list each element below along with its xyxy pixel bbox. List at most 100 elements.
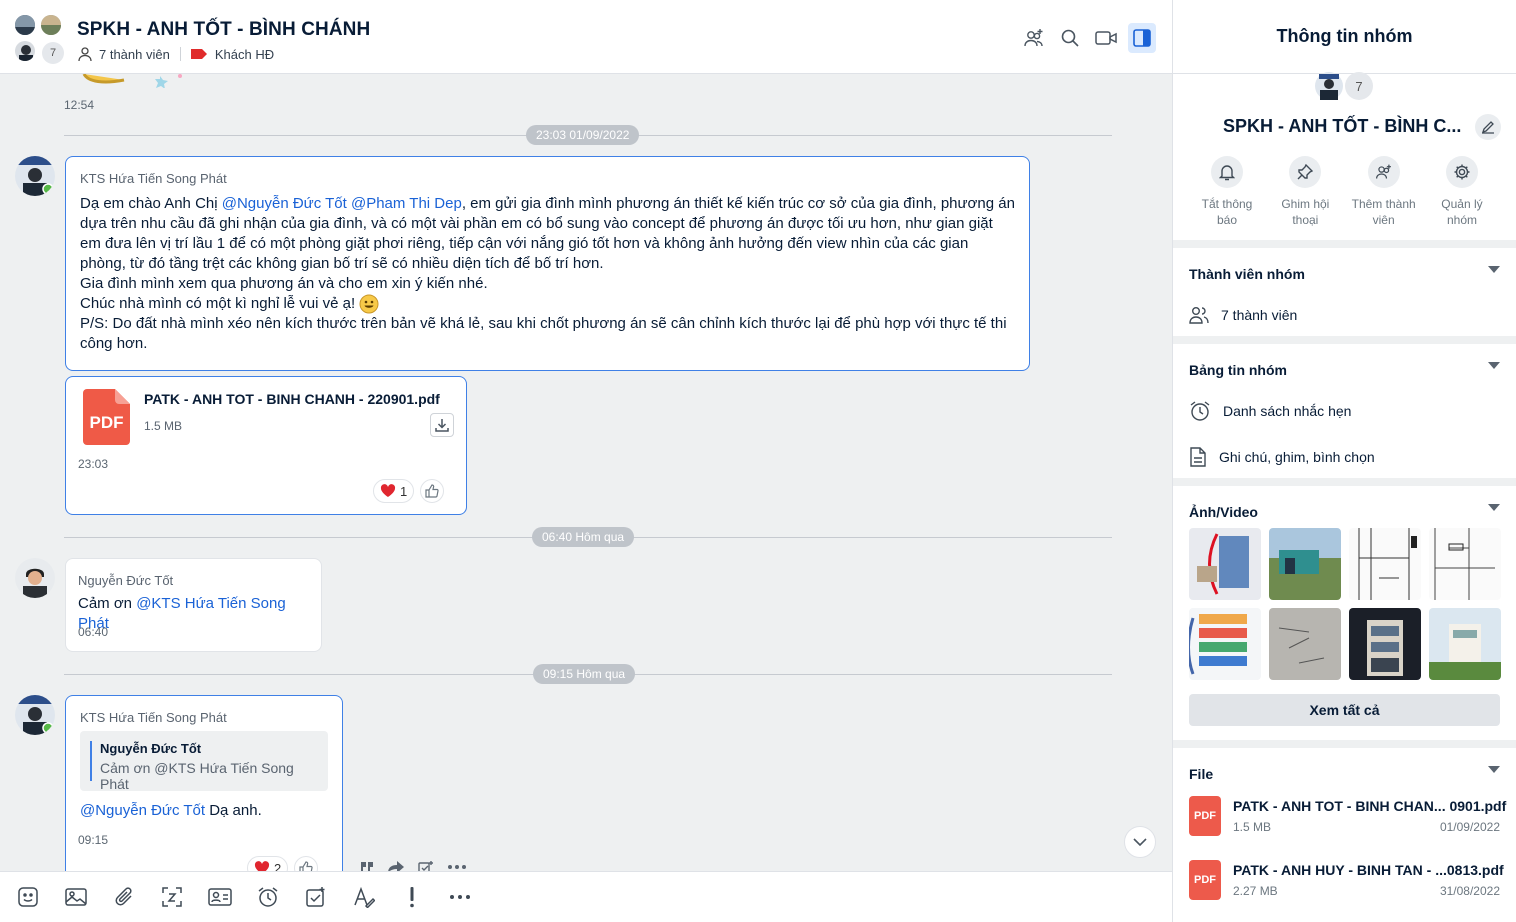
sender-avatar[interactable] <box>15 558 55 598</box>
sender-name: KTS Hứa Tiến Song Phát <box>80 171 227 186</box>
reminder-icon[interactable] <box>254 883 282 911</box>
message-bubble[interactable]: Nguyễn Đức Tốt Cảm ơn @KTS Hứa Tiến Song… <box>65 558 322 652</box>
board-section-header[interactable]: Bảng tin nhóm <box>1173 344 1516 388</box>
mute-notifications-button[interactable]: Tắt thông báo <box>1191 156 1263 228</box>
tag-icon <box>190 48 207 60</box>
smile-emoji-icon <box>359 294 379 314</box>
contact-card-icon[interactable] <box>206 883 234 911</box>
multi-select-icon[interactable] <box>418 860 434 871</box>
sender-name: Nguyễn Đức Tốt <box>78 573 174 588</box>
see-all-media-button[interactable]: Xem tất cả <box>1189 694 1500 726</box>
file-message-bubble[interactable]: PDF PATK - ANH TOT - BINH CHANH - 220901… <box>65 376 467 515</box>
file-list-item[interactable]: PDF PATK - ANH HUY - BINH TAN - ...0813.… <box>1173 848 1516 912</box>
quote-icon[interactable] <box>360 861 374 871</box>
message-bubble[interactable]: KTS Hứa Tiến Song Phát Dạ em chào Anh Ch… <box>65 156 1030 371</box>
heart-reaction[interactable]: 2 <box>247 856 289 872</box>
customer-tag-label[interactable]: Khách HĐ <box>215 47 274 62</box>
like-reaction-button[interactable] <box>294 856 319 871</box>
file-name: PATK - ANH TOT - BINH CHAN... 0901.pdf <box>1233 798 1507 814</box>
caret-down-icon <box>1488 362 1500 370</box>
sender-avatar[interactable] <box>15 156 55 196</box>
screenshot-icon[interactable] <box>158 883 186 911</box>
sticker-icon[interactable] <box>14 883 42 911</box>
notes-row[interactable]: Ghi chú, ghim, bình chọn <box>1173 434 1516 480</box>
thumbs-up-icon <box>299 861 313 871</box>
caret-down-icon <box>1488 766 1500 774</box>
file-date: 01/09/2022 <box>1439 820 1500 834</box>
pdf-file-icon: PDF <box>83 389 130 445</box>
scroll-down-button[interactable] <box>1124 826 1156 858</box>
message-text: P/S: Do đất nhà mình xéo nên kích thước … <box>80 315 1007 352</box>
media-section-header[interactable]: Ảnh/Video <box>1173 486 1516 526</box>
media-thumbnail[interactable] <box>1429 608 1501 680</box>
member-avatar <box>40 14 62 36</box>
sender-avatar[interactable] <box>15 695 55 735</box>
note-icon <box>1189 447 1207 467</box>
urgent-icon[interactable] <box>398 883 426 911</box>
chat-title[interactable]: SPKH - ANH TỐT - BÌNH CHÁNH <box>77 19 370 41</box>
quote-text: Cảm ơn @KTS Hứa Tiến Song Phát <box>100 760 294 792</box>
date-separator: 09:15 Hôm qua <box>533 664 636 684</box>
group-info-panel: Thông tin nhóm 7 SPKH - ANH TỐT - BÌNH C… <box>1172 0 1516 922</box>
media-thumbnail[interactable] <box>1269 608 1341 680</box>
heart-icon <box>380 484 396 498</box>
bell-icon <box>1219 163 1235 181</box>
add-member-icon <box>1374 163 1394 181</box>
media-thumbnail[interactable] <box>1189 608 1261 680</box>
message-list[interactable]: 12:54 23:03 01/09/2022 KTS Hứa Tiến Song… <box>0 74 1172 871</box>
file-name: PATK - ANH HUY - BINH TAN - ...0813.pdf <box>1233 862 1504 878</box>
pin-conversation-button[interactable]: Ghim hội thoại <box>1269 156 1341 228</box>
add-member-button[interactable]: Thêm thành viên <box>1348 156 1420 228</box>
format-icon[interactable] <box>350 883 378 911</box>
image-icon[interactable] <box>62 883 90 911</box>
media-thumbnail[interactable] <box>1269 528 1341 600</box>
heart-reaction[interactable]: 1 <box>373 479 415 503</box>
composer-toolbar <box>0 871 1172 922</box>
media-thumbnail[interactable] <box>1349 528 1421 600</box>
quoted-message[interactable]: Nguyễn Đức Tốt Cảm ơn @KTS Hứa Tiến Song… <box>80 731 328 792</box>
manage-group-button[interactable]: Quản lý nhóm <box>1426 156 1498 228</box>
file-section-header[interactable]: File <box>1173 748 1516 784</box>
members-section-header[interactable]: Thành viên nhóm <box>1173 248 1516 292</box>
search-icon[interactable] <box>1056 23 1084 53</box>
video-call-icon[interactable] <box>1092 23 1120 53</box>
mention-link[interactable]: @Nguyễn Đức Tốt <box>222 195 347 212</box>
more-icon[interactable] <box>446 883 474 911</box>
edit-name-icon[interactable] <box>1475 114 1501 140</box>
media-thumbnail[interactable] <box>1189 528 1261 600</box>
member-avatar <box>14 14 36 36</box>
media-thumbnail[interactable] <box>1429 528 1501 600</box>
attach-icon[interactable] <box>110 883 138 911</box>
member-count-badge: 7 <box>1345 72 1373 100</box>
file-name[interactable]: PATK - ANH TOT - BINH CHANH - 220901.pdf <box>144 391 440 407</box>
quote-author: Nguyễn Đức Tốt <box>100 741 202 756</box>
sender-name: KTS Hứa Tiến Song Phát <box>80 710 227 725</box>
mention-link[interactable]: @Nguyễn Đức Tốt <box>80 802 205 819</box>
group-avatar[interactable]: 7 <box>1315 72 1373 102</box>
forward-icon[interactable] <box>388 861 404 871</box>
members-row[interactable]: 7 thành viên <box>1173 292 1516 338</box>
pdf-file-icon: PDF <box>1189 796 1221 836</box>
download-icon[interactable] <box>430 413 454 437</box>
file-list-item[interactable]: PDF PATK - ANH TOT - BINH CHAN... 0901.p… <box>1173 784 1516 848</box>
media-thumbnail[interactable] <box>1349 608 1421 680</box>
sticker-image <box>82 74 182 88</box>
reminders-row[interactable]: Danh sách nhắc hẹn <box>1173 388 1516 434</box>
task-icon[interactable] <box>302 883 330 911</box>
group-avatar[interactable]: 7 <box>14 14 66 64</box>
members-link[interactable]: 7 thành viên <box>99 47 170 62</box>
panel-title: Thông tin nhóm <box>1173 0 1516 74</box>
heart-icon <box>254 861 270 871</box>
reaction-count: 2 <box>274 860 282 872</box>
file-size: 1.5 MB <box>144 419 183 433</box>
pdf-file-icon: PDF <box>1189 860 1221 900</box>
mention-link[interactable]: @Pham Thi Dep <box>351 195 462 212</box>
message-bubble[interactable]: KTS Hứa Tiến Song Phát Nguyễn Đức Tốt Cả… <box>65 695 343 871</box>
add-member-icon[interactable] <box>1020 23 1048 53</box>
message-time: 23:03 <box>78 457 109 471</box>
toggle-info-panel-icon[interactable] <box>1128 23 1156 53</box>
date-separator: 06:40 Hôm qua <box>532 527 635 547</box>
more-options-icon[interactable] <box>448 865 466 869</box>
like-reaction-button[interactable] <box>420 479 445 503</box>
chevron-down-icon <box>1133 838 1147 846</box>
